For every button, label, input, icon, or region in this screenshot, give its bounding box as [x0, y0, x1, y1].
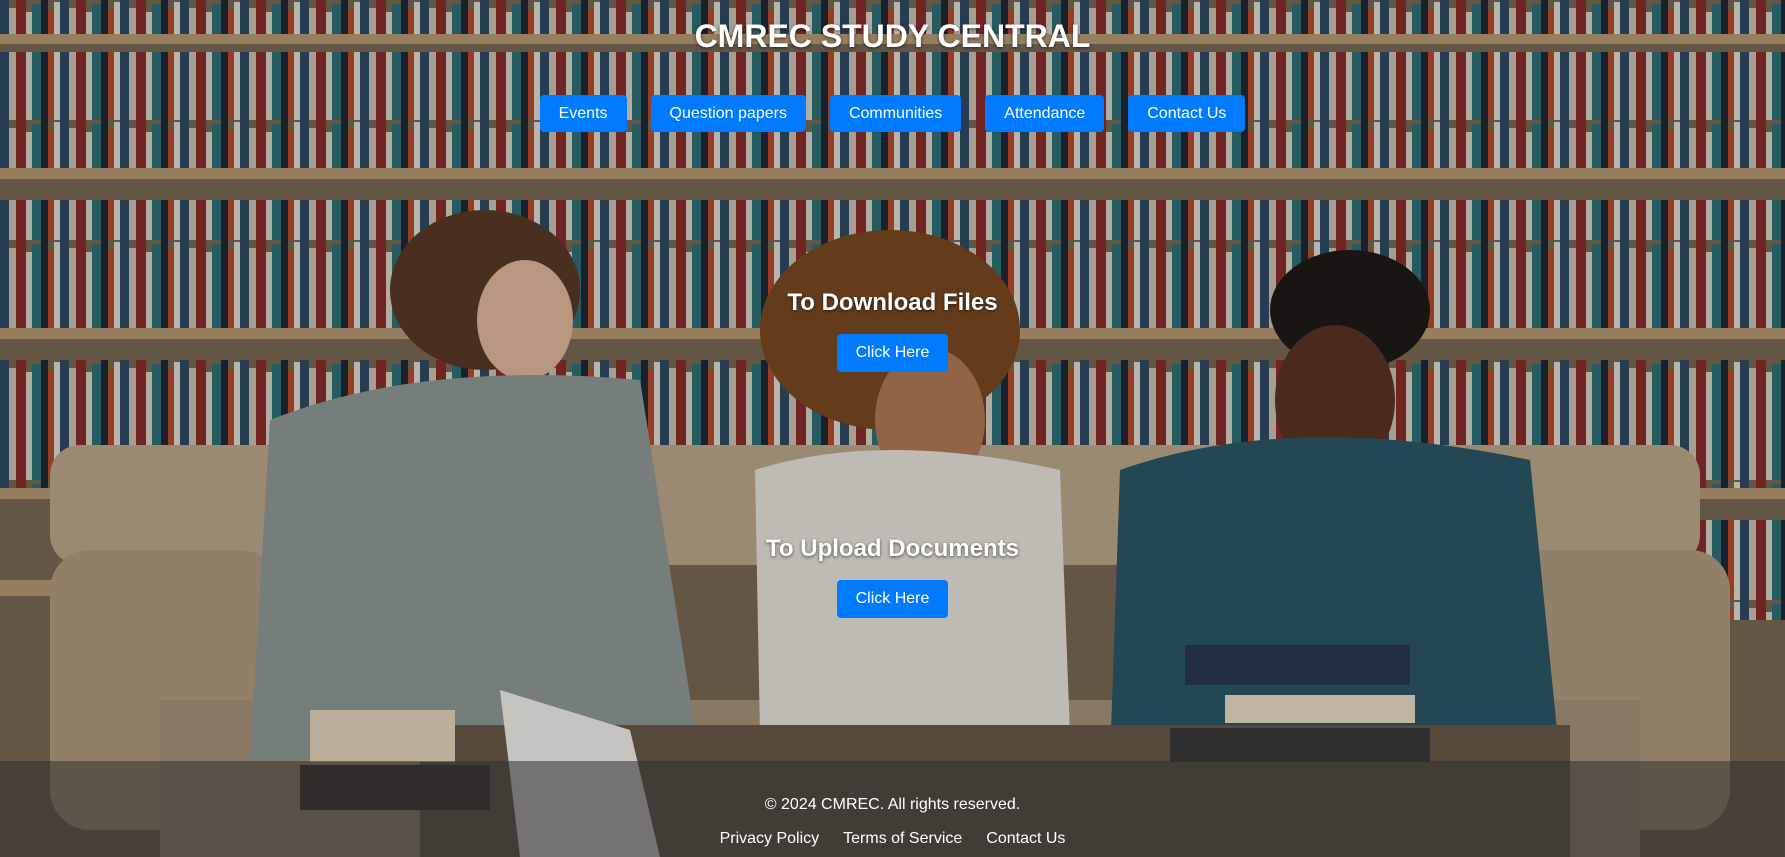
nav-attendance-button[interactable]: Attendance [985, 95, 1105, 132]
footer-contact-us-link[interactable]: Contact Us [986, 830, 1065, 848]
copyright-text: © 2024 CMREC. All rights reserved. [764, 796, 1021, 813]
nav-communities-button[interactable]: Communities [829, 95, 962, 132]
nav-contact-us-button[interactable]: Contact Us [1128, 95, 1246, 132]
download-heading: To Download Files [787, 289, 998, 316]
download-section: To Download Files Click Here [0, 289, 1785, 372]
terms-of-service-link[interactable]: Terms of Service [843, 830, 962, 848]
download-click-here-button[interactable]: Click Here [836, 334, 949, 372]
nav-events-button[interactable]: Events [539, 95, 627, 132]
footer-links: Privacy Policy Terms of Service Contact … [0, 830, 1785, 848]
page-title: CMREC STUDY CENTRAL [694, 18, 1091, 54]
upload-click-here-button[interactable]: Click Here [836, 580, 949, 618]
nav-question-papers-button[interactable]: Question papers [650, 95, 806, 132]
privacy-policy-link[interactable]: Privacy Policy [720, 830, 820, 848]
main-nav: Events Question papers Communities Atten… [0, 95, 1785, 132]
footer: © 2024 CMREC. All rights reserved. Priva… [0, 761, 1785, 857]
upload-heading: To Upload Documents [766, 535, 1019, 562]
upload-section: To Upload Documents Click Here [0, 535, 1785, 618]
